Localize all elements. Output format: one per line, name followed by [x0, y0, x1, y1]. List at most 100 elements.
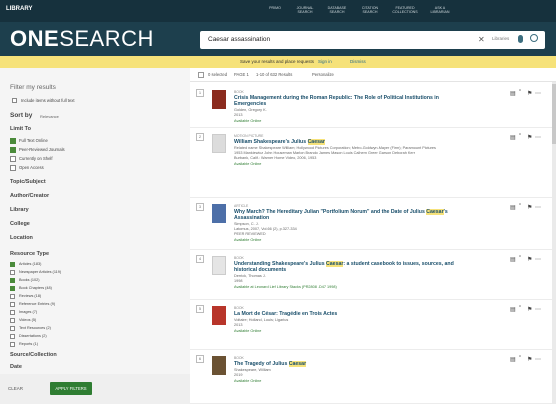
- resource-type-checkbox[interactable]: [10, 262, 15, 267]
- availability-link[interactable]: Available Online: [234, 329, 261, 333]
- citation-icon[interactable]: ▤: [510, 134, 516, 141]
- search-scope-dropdown[interactable]: Libraries: [492, 36, 509, 41]
- result-number[interactable]: 5: [196, 305, 204, 313]
- quote-icon[interactable]: ”: [519, 306, 521, 312]
- limit-checkbox[interactable]: [10, 147, 16, 153]
- more-icon[interactable]: ⋯: [535, 90, 541, 97]
- include-no-fulltext-toggle[interactable]: [12, 98, 17, 103]
- microphone-icon[interactable]: [518, 35, 523, 43]
- result-title[interactable]: William Shakespeare's Julius Caesar: [234, 139, 464, 145]
- citation-icon[interactable]: ▤: [510, 356, 516, 363]
- resource-type-heading[interactable]: Resource Type: [10, 251, 49, 257]
- result-item[interactable]: 5 BOOK La Mort de César: Tragédie en Trois…: [190, 300, 556, 350]
- more-icon[interactable]: ⋯: [535, 204, 541, 211]
- more-icon[interactable]: ⋯: [535, 306, 541, 313]
- resource-type-checkbox[interactable]: [10, 326, 15, 331]
- nav-item-ask-librarian[interactable]: ASK A LIBRARIAN: [425, 6, 455, 14]
- result-number[interactable]: 1: [196, 89, 204, 97]
- availability-link[interactable]: Available at Leonard Lief Library Stacks…: [234, 285, 337, 289]
- facet-source[interactable]: Source/Collection: [10, 352, 57, 358]
- result-item[interactable]: 1 BOOK Crisis Management during the Roman …: [190, 84, 556, 128]
- limit-checkbox[interactable]: [10, 138, 16, 144]
- signin-link[interactable]: Sign in: [318, 59, 332, 64]
- clear-button[interactable]: CLEAR: [8, 386, 23, 391]
- search-input[interactable]: Caesar assassination ✕ Libraries: [200, 31, 545, 49]
- onesearch-brand[interactable]: ONESEARCH: [10, 27, 154, 51]
- quote-icon[interactable]: ”: [519, 204, 521, 210]
- search-icon[interactable]: [530, 34, 538, 42]
- result-thumbnail[interactable]: [212, 356, 226, 375]
- resource-type-checkbox[interactable]: [10, 270, 15, 275]
- result-title[interactable]: Why March? The Hereditary Julian "Portfo…: [234, 209, 464, 221]
- limit-checkbox[interactable]: [10, 156, 16, 162]
- resource-type-checkbox[interactable]: [10, 294, 15, 299]
- result-item[interactable]: 3 ARTICLE Why March? The Hereditary Julian…: [190, 198, 556, 250]
- close-icon[interactable]: ✕: [478, 35, 485, 44]
- facet-location[interactable]: Location: [10, 235, 33, 241]
- result-title[interactable]: The Tragedy of Julius Caesar: [234, 361, 464, 367]
- quote-icon[interactable]: ”: [519, 90, 521, 96]
- citation-icon[interactable]: ▤: [510, 306, 516, 313]
- sort-dropdown[interactable]: Relevance: [40, 114, 59, 119]
- citation-icon[interactable]: ▤: [510, 204, 516, 211]
- resource-type-checkbox[interactable]: [10, 286, 15, 291]
- pin-icon[interactable]: ⚑: [527, 134, 532, 141]
- facet-author[interactable]: Author/Creator: [10, 193, 49, 199]
- nav-item-journal-search[interactable]: JOURNAL SEARCH: [290, 6, 320, 14]
- resource-type-checkbox[interactable]: [10, 334, 15, 339]
- resource-type-checkbox[interactable]: [10, 302, 15, 307]
- pin-icon[interactable]: ⚑: [527, 204, 532, 211]
- result-item[interactable]: 4 BOOK Understanding Shakespeare's Julius …: [190, 250, 556, 300]
- limit-to-heading[interactable]: Limit To: [10, 126, 31, 132]
- result-number[interactable]: 6: [196, 355, 204, 363]
- pin-icon[interactable]: ⚑: [527, 356, 532, 363]
- result-item[interactable]: 6 BOOK The Tragedy of Julius Caesar Shakesp…: [190, 350, 556, 404]
- availability-link[interactable]: Available Online: [234, 119, 261, 123]
- nav-item-featured-collections[interactable]: FEATURED COLLECTIONS: [390, 6, 420, 14]
- availability-link[interactable]: Available Online: [234, 162, 261, 166]
- citation-icon[interactable]: ▤: [510, 256, 516, 263]
- resource-type-checkbox[interactable]: [10, 278, 15, 283]
- result-number[interactable]: 2: [196, 133, 204, 141]
- select-all-checkbox[interactable]: [198, 72, 204, 78]
- result-thumbnail[interactable]: [212, 204, 226, 223]
- result-number[interactable]: 4: [196, 255, 204, 263]
- quote-icon[interactable]: ”: [519, 356, 521, 362]
- facet-college[interactable]: College: [10, 221, 30, 227]
- personalize-button[interactable]: Personalize: [312, 72, 334, 77]
- scrollbar-thumb[interactable]: [552, 84, 556, 144]
- result-title[interactable]: Understanding Shakespeare's Julius Caesa…: [234, 261, 464, 273]
- pin-icon[interactable]: ⚑: [527, 256, 532, 263]
- more-icon[interactable]: ⋯: [535, 256, 541, 263]
- more-icon[interactable]: ⋯: [535, 134, 541, 141]
- result-number[interactable]: 3: [196, 203, 204, 211]
- nav-item-primo[interactable]: PRIMO: [260, 6, 290, 10]
- nav-item-database-search[interactable]: DATABASE SEARCH: [322, 6, 352, 14]
- result-title[interactable]: Crisis Management during the Roman Repub…: [234, 95, 464, 107]
- result-title[interactable]: La Mort de César: Tragédie en Trois Acte…: [234, 311, 464, 317]
- library-logo[interactable]: LIBRARY: [6, 6, 32, 12]
- nav-item-citation-search[interactable]: CITATION SEARCH: [355, 6, 385, 14]
- facet-library[interactable]: Library: [10, 207, 29, 213]
- apply-filters-button[interactable]: APPLY FILTERS: [50, 382, 92, 395]
- availability-link[interactable]: Available Online: [234, 238, 261, 242]
- resource-type-checkbox[interactable]: [10, 342, 15, 347]
- result-item[interactable]: 2 MOTION PICTURE William Shakespeare's Jul…: [190, 128, 556, 198]
- limit-checkbox[interactable]: [10, 165, 16, 171]
- quote-icon[interactable]: ”: [519, 134, 521, 140]
- pin-icon[interactable]: ⚑: [527, 90, 532, 97]
- dismiss-link[interactable]: Dismiss: [350, 59, 366, 64]
- facet-topic[interactable]: Topic/Subject: [10, 179, 46, 185]
- pin-icon[interactable]: ⚑: [527, 306, 532, 313]
- citation-icon[interactable]: ▤: [510, 90, 516, 97]
- result-thumbnail[interactable]: [212, 134, 226, 153]
- availability-link[interactable]: Available Online: [234, 379, 261, 383]
- resource-type-checkbox[interactable]: [10, 318, 15, 323]
- result-thumbnail[interactable]: [212, 306, 226, 325]
- result-thumbnail[interactable]: [212, 256, 226, 275]
- quote-icon[interactable]: ”: [519, 256, 521, 262]
- more-icon[interactable]: ⋯: [535, 356, 541, 363]
- facet-date[interactable]: Date: [10, 364, 22, 370]
- resource-type-checkbox[interactable]: [10, 310, 15, 315]
- result-thumbnail[interactable]: [212, 90, 226, 109]
